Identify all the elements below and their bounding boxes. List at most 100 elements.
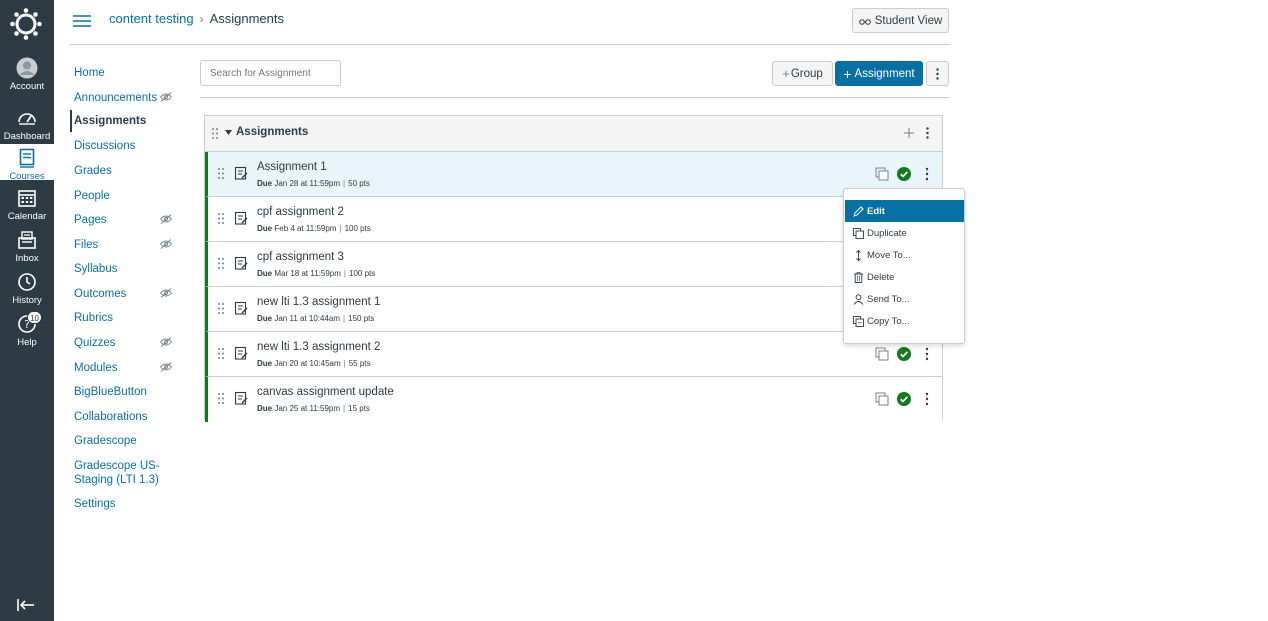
assignment-title[interactable]: cpf assignment 3: [257, 251, 344, 263]
menu-item-delete[interactable]: Delete: [845, 266, 964, 288]
hidden-eye-icon: [160, 337, 172, 347]
assignment-title[interactable]: cpf assignment 2: [257, 206, 344, 218]
global-nav-label: Courses: [9, 171, 45, 182]
global-nav: Account Dashboard Courses Calendar Inbox…: [0, 0, 54, 621]
drag-handle-icon[interactable]: [217, 212, 225, 225]
canvas-logo-icon[interactable]: [10, 8, 42, 40]
due-label: Due: [257, 359, 273, 368]
duplicate-icon[interactable]: [875, 167, 889, 181]
menu-item-label: Edit: [867, 205, 885, 217]
course-nav-announcements[interactable]: Announcements: [70, 91, 180, 105]
assignment-row[interactable]: canvas assignment update Due Jan 25 at 1…: [205, 377, 942, 422]
course-nav-modules[interactable]: Modules: [70, 361, 180, 375]
add-group-button[interactable]: + Group: [772, 61, 833, 86]
assignment-title[interactable]: canvas assignment update: [257, 386, 394, 398]
points: 55 pts: [348, 359, 371, 368]
menu-item-edit[interactable]: Edit: [845, 200, 964, 222]
collapse-nav-icon[interactable]: [16, 597, 36, 613]
assignment-row[interactable]: cpf assignment 2 Due Feb 4 at 11:59pm | 10…: [205, 197, 942, 242]
due-date: Jan 25 at 11:59pm: [274, 404, 341, 413]
drag-handle-icon[interactable]: [217, 392, 225, 405]
assignment-group-header[interactable]: Assignments: [205, 116, 942, 152]
due-label: Due: [257, 404, 273, 413]
course-nav-people[interactable]: People: [70, 189, 180, 203]
due-label: Due: [257, 179, 273, 188]
course-nav-outcomes[interactable]: Outcomes: [70, 287, 180, 301]
course-nav-label: People: [74, 190, 110, 202]
row-kebab-icon[interactable]: [924, 392, 930, 406]
due-label: Due: [257, 269, 273, 278]
drag-handle-icon[interactable]: [217, 302, 225, 315]
assignment-row[interactable]: cpf assignment 3 Due Mar 18 at 11:59pm | 1…: [205, 242, 942, 287]
assignment-title[interactable]: new lti 1.3 assignment 1: [257, 296, 380, 308]
global-nav-dashboard[interactable]: Dashboard: [0, 107, 54, 147]
add-to-group-icon[interactable]: [904, 128, 914, 138]
course-nav-settings[interactable]: Settings: [70, 497, 180, 511]
drag-handle-icon[interactable]: [217, 257, 225, 270]
menu-item-send-to[interactable]: Send To...: [845, 288, 964, 310]
duplicate-icon[interactable]: [875, 347, 889, 361]
course-nav-grades[interactable]: Grades: [70, 164, 180, 178]
course-nav-label: Discussions: [74, 140, 136, 152]
assignment-row[interactable]: new lti 1.3 assignment 2 Due Jan 20 at 1…: [205, 332, 942, 377]
assignment-group-title: Assignments: [236, 126, 309, 138]
course-nav-rubrics[interactable]: Rubrics: [70, 311, 180, 325]
group-kebab-icon[interactable]: [926, 127, 929, 139]
menu-item-move-to[interactable]: Move To...: [845, 244, 964, 266]
global-nav-courses[interactable]: Courses: [0, 144, 54, 182]
menu-item-copy-to[interactable]: Copy To...: [845, 310, 964, 332]
assignment-row[interactable]: new lti 1.3 assignment 1 Due Jan 11 at 1…: [205, 287, 942, 332]
course-nav-syllabus[interactable]: Syllabus: [70, 262, 180, 276]
published-check-icon[interactable]: [897, 392, 911, 406]
row-kebab-icon[interactable]: [924, 167, 930, 181]
breadcrumb-current-page: Assignments: [209, 11, 284, 26]
course-nav-bigbluebutton[interactable]: BigBlueButton: [70, 385, 180, 399]
course-nav-label: Home: [74, 67, 105, 79]
published-check-icon[interactable]: [897, 167, 911, 181]
header-divider: [70, 44, 950, 45]
search-assignment-input[interactable]: [200, 60, 341, 86]
hidden-eye-icon: [160, 214, 172, 224]
global-nav-help[interactable]: ? 10 Help: [0, 311, 54, 353]
course-nav-label: Outcomes: [74, 288, 127, 300]
add-assignment-label: Assignment: [854, 67, 915, 80]
caret-down-icon[interactable]: [225, 130, 232, 135]
assignment-title[interactable]: Assignment 1: [257, 161, 327, 173]
menu-item-duplicate[interactable]: Duplicate: [845, 222, 964, 244]
course-nav-label: Rubrics: [74, 312, 113, 324]
assignment-title[interactable]: new lti 1.3 assignment 2: [257, 341, 380, 353]
global-nav-account[interactable]: Account: [0, 57, 54, 97]
settings-kebab-button[interactable]: [926, 61, 949, 86]
published-check-icon[interactable]: [897, 347, 911, 361]
assignment-icon: [234, 256, 248, 270]
course-nav-label: Syllabus: [74, 263, 118, 275]
drag-handle-icon[interactable]: [217, 347, 225, 360]
plus-icon: +: [843, 65, 852, 82]
course-nav-discussions[interactable]: Discussions: [70, 139, 180, 153]
drag-handle-icon[interactable]: [217, 167, 225, 180]
hamburger-menu-icon[interactable]: [73, 13, 91, 29]
drag-handle-icon[interactable]: [211, 127, 219, 140]
global-nav-inbox[interactable]: Inbox: [0, 229, 54, 269]
course-nav-quizzes[interactable]: Quizzes: [70, 336, 180, 350]
student-view-button[interactable]: Student View: [852, 8, 949, 33]
global-nav-calendar[interactable]: Calendar: [0, 187, 54, 227]
row-kebab-icon[interactable]: [924, 347, 930, 361]
assignment-row[interactable]: Assignment 1 Due Jan 28 at 11:59pm | 50 pt…: [205, 152, 942, 197]
course-nav-collaborations[interactable]: Collaborations: [70, 410, 180, 424]
course-nav-assignments[interactable]: Assignments: [70, 110, 180, 132]
course-nav-gradescope[interactable]: Gradescope: [70, 434, 180, 448]
course-nav-gradescope-staging[interactable]: Gradescope US-Staging (LTI 1.3): [70, 459, 160, 487]
course-nav-label: Settings: [74, 498, 116, 510]
student-view-label: Student View: [874, 14, 943, 27]
duplicate-icon[interactable]: [875, 392, 889, 406]
global-nav-history[interactable]: History: [0, 271, 54, 311]
add-assignment-button[interactable]: + Assignment: [835, 61, 923, 86]
course-nav-home[interactable]: Home: [70, 66, 180, 80]
due-date: Mar 18 at 11:59pm: [274, 269, 341, 278]
courses-icon: [19, 148, 35, 168]
points: 150 pts: [348, 314, 375, 323]
breadcrumb-course-link[interactable]: content testing: [109, 11, 194, 26]
course-nav-pages[interactable]: Pages: [70, 213, 180, 227]
course-nav-files[interactable]: Files: [70, 238, 180, 252]
